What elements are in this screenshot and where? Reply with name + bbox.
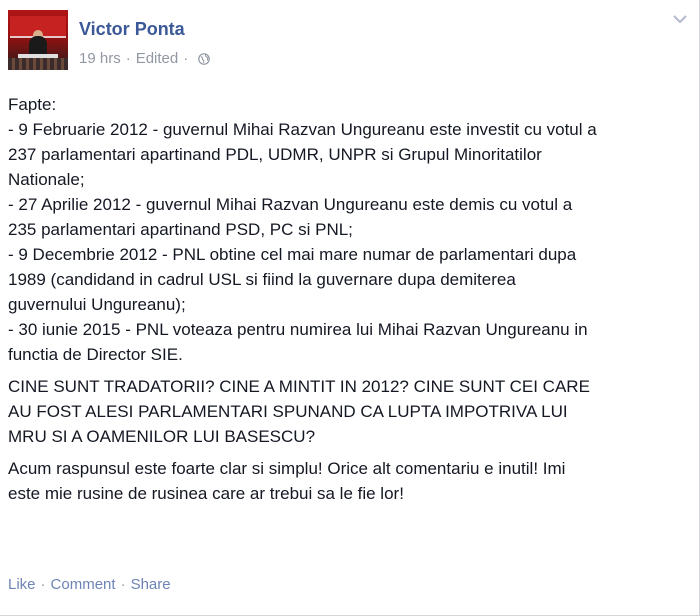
post-line: 1989 (candidand in cadrul USL si fiind l… — [8, 270, 516, 289]
comment-link[interactable]: Comment — [51, 576, 116, 593]
post-line: MRU SI A OAMENILOR LUI BASESCU? — [8, 427, 316, 446]
globe-icon[interactable] — [198, 52, 211, 65]
edited-label[interactable]: Edited — [136, 50, 179, 67]
post-paragraph-facts: Fapte: - 9 Februarie 2012 - guvernul Mih… — [8, 92, 688, 367]
like-link[interactable]: Like — [8, 576, 36, 593]
post-line: 237 parlamentari apartinand PDL, UDMR, U… — [8, 145, 542, 164]
post-line: functia de Director SIE. — [8, 345, 183, 364]
avatar-crowd — [8, 58, 68, 70]
post-body: Fapte: - 9 Februarie 2012 - guvernul Mih… — [8, 92, 688, 513]
post-line: guvernului Ungureanu); — [8, 295, 186, 314]
action-separator: · — [40, 576, 46, 593]
author-name[interactable]: Victor Ponta — [79, 19, 185, 40]
post-meta: 19 hrs · Edited · — [79, 50, 211, 67]
chevron-down-icon[interactable] — [673, 14, 687, 24]
action-separator: · — [120, 576, 126, 593]
post-line: Acum raspunsul este foarte clar si simpl… — [8, 459, 566, 478]
post-line: - 30 iunie 2015 - PNL voteaza pentru num… — [8, 320, 588, 339]
post-line: Fapte: — [8, 95, 57, 114]
author-avatar[interactable] — [8, 10, 68, 70]
share-link[interactable]: Share — [131, 576, 171, 593]
post-line: CINE SUNT TRADATORII? CINE A MINTIT IN 2… — [8, 377, 590, 396]
post-line: Nationale; — [8, 170, 85, 189]
post-timestamp[interactable]: 19 hrs — [79, 50, 121, 67]
post-line: 235 parlamentari apartinand PSD, PC si P… — [8, 220, 353, 239]
post-line: AU FOST ALESI PARLAMENTARI SPUNAND CA LU… — [8, 402, 568, 421]
meta-separator: · — [125, 50, 131, 67]
meta-separator: · — [183, 50, 189, 67]
post-paragraph-questions: CINE SUNT TRADATORII? CINE A MINTIT IN 2… — [8, 374, 688, 449]
post-line: - 9 Decembrie 2012 - PNL obtine cel mai … — [8, 245, 577, 264]
post-line: este mie rusine de rusinea care ar trebu… — [8, 484, 404, 503]
post-card: Victor Ponta 19 hrs · Edited · Fapte: - … — [0, 0, 700, 616]
post-paragraph-conclusion: Acum raspunsul este foarte clar si simpl… — [8, 456, 688, 506]
post-actions: Like · Comment · Share — [8, 576, 171, 593]
post-line: - 27 Aprilie 2012 - guvernul Mihai Razva… — [8, 195, 573, 214]
post-line: - 9 Februarie 2012 - guvernul Mihai Razv… — [8, 120, 597, 139]
